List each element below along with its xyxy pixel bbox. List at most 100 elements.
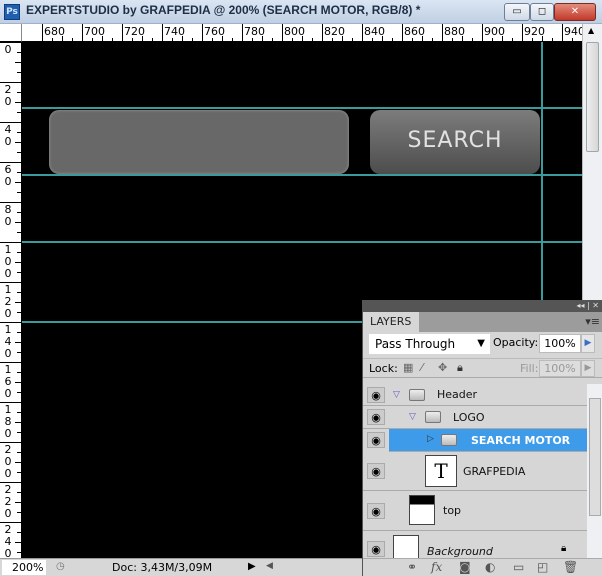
ruler-tick [472,38,473,41]
panel-collapse-close[interactable]: ◂◂ | ✕ [363,300,602,312]
ruler-tick [342,36,343,41]
layer-row[interactable]: ◉ top [363,491,587,531]
layer-row[interactable]: ◉ Background 🔒︎ [363,531,587,560]
scrollbar-thumb[interactable] [586,42,599,152]
vertical-scrollbar[interactable]: ▲ [582,24,602,300]
ruler-tick [82,24,83,41]
chevron-down-icon: ▼ [477,338,485,349]
layer-name: LOGO [453,411,485,424]
ruler-tick [522,24,523,41]
layer-row-selected[interactable]: ▷ SEARCH MOTOR [389,429,587,452]
ruler-tick [292,38,293,41]
layers-list: ◉ ▽ Header ◉ ▽ LOGO ▷ SEARCH MOTOR ◉ ◉ T… [363,384,587,560]
ruler-tick [17,392,21,393]
ruler-label: 100 [4,243,12,280]
ruler-tick [352,38,353,41]
horizontal-ruler[interactable]: 680 700 720 740 760 780 800 820 840 860 880 900 920 9… [22,24,582,42]
ruler-origin[interactable] [0,24,22,42]
lock-all-icon[interactable]: 🔒︎ [457,361,463,375]
ruler-tick [17,472,21,473]
guide-horizontal[interactable] [22,241,582,243]
ruler-tick [15,222,21,223]
ruler-tick [17,352,21,353]
ruler-label: 120 [4,283,12,320]
lock-move-icon[interactable]: ✥ [438,361,447,374]
eye-icon[interactable]: ◉ [367,409,385,425]
tab-layers[interactable]: LAYERS [363,312,419,332]
ruler-tick [17,252,21,253]
ruler-tick [152,38,153,41]
link-icon[interactable]: ⚭ [407,560,417,574]
opacity-slider-button[interactable]: ▶ [581,334,595,353]
ruler-tick [422,36,423,41]
status-preview-icon[interactable]: ◷ [56,561,65,572]
lock-transparent-icon[interactable]: ▦ [403,361,413,374]
expand-triangle-icon[interactable]: ▽ [409,412,416,422]
search-field-graphic [49,110,349,174]
close-button[interactable]: ✕ [554,3,596,21]
opacity-input[interactable]: 100% [539,334,581,353]
scroll-left-icon[interactable]: ◀ [266,561,273,571]
ruler-tick [17,192,21,193]
collapsed-triangle-icon[interactable]: ▷ [427,434,434,444]
ruler-tick [212,38,213,41]
layer-row[interactable]: ◉ T GRAFPEDIA [363,452,587,491]
eye-icon[interactable]: ◉ [367,541,385,557]
scrollbar-thumb[interactable] [589,398,601,516]
lock-brush-icon[interactable]: ⁄ [421,361,423,374]
doc-size-info: Doc: 3,43M/3,09M [112,561,213,574]
ruler-tick [15,182,21,183]
ruler-label: 60 [4,163,12,188]
zoom-level-field[interactable]: 200% [2,560,46,575]
ruler-tick [122,24,123,41]
eye-icon[interactable]: ◉ [367,503,385,519]
maximize-button[interactable]: ◻ [530,3,554,21]
trash-icon[interactable]: 🗑︎ [563,560,578,574]
layer-name: Header [437,388,478,401]
scroll-up-icon[interactable]: ▲ [588,26,594,35]
ruler-tick [172,38,173,41]
panel-menu-icon[interactable]: ▾≡ [585,315,600,328]
ruler-tick [252,38,253,41]
eye-icon[interactable]: ◉ [367,432,385,448]
new-group-icon[interactable]: ▭ [513,560,524,574]
fill-slider-button[interactable]: ▶ [581,360,595,377]
ruler-tick [232,38,233,41]
layers-scrollbar[interactable] [587,384,602,560]
ruler-tick [17,372,21,373]
ruler-tick [512,38,513,41]
ruler-tick [17,292,21,293]
vertical-ruler[interactable]: 0 20 40 60 80 100 120 140 160 180 200 220 240 [0,42,22,558]
search-button-graphic: SEARCH [370,110,540,174]
guide-horizontal[interactable] [22,107,582,109]
ruler-tick [102,36,103,41]
minimize-button[interactable]: ▭ [504,3,530,21]
ruler-tick [482,24,483,41]
ruler-tick [162,24,163,41]
fx-icon[interactable]: fx [431,560,442,574]
new-layer-icon[interactable]: ◰ [537,560,548,574]
ruler-tick [142,36,143,41]
layer-row[interactable]: ◉ ▽ Header [363,384,587,406]
eye-icon[interactable]: ◉ [367,387,385,403]
layer-thumbnail [393,535,419,560]
lock-icon: 🔒︎ [561,543,567,554]
layer-row[interactable]: ◉ ▽ LOGO [363,406,587,429]
fill-input[interactable]: 100% [539,360,581,377]
layer-name: Background [427,545,493,558]
ruler-label: 940 [564,25,582,38]
eye-icon[interactable]: ◉ [367,463,385,479]
ruler-tick [332,38,333,41]
ruler-tick [15,302,21,303]
status-menu-arrow-icon[interactable]: ▶ [248,561,256,572]
ruler-tick [17,532,21,533]
adjustment-icon[interactable]: ◐ [485,560,495,574]
expand-triangle-icon[interactable]: ▽ [393,390,400,400]
guide-horizontal[interactable] [22,174,582,176]
layers-panel: ◂◂ | ✕ LAYERS ▾≡ Pass Through ▼ Opacity: … [362,300,602,576]
layers-toolbar: ⚭ fx ◙ ◐ ▭ ◰ 🗑︎ [363,558,602,576]
ruler-tick [17,152,21,153]
layer-name: top [443,504,462,517]
blend-mode-select[interactable]: Pass Through ▼ [369,334,490,354]
mask-icon[interactable]: ◙ [459,560,471,574]
